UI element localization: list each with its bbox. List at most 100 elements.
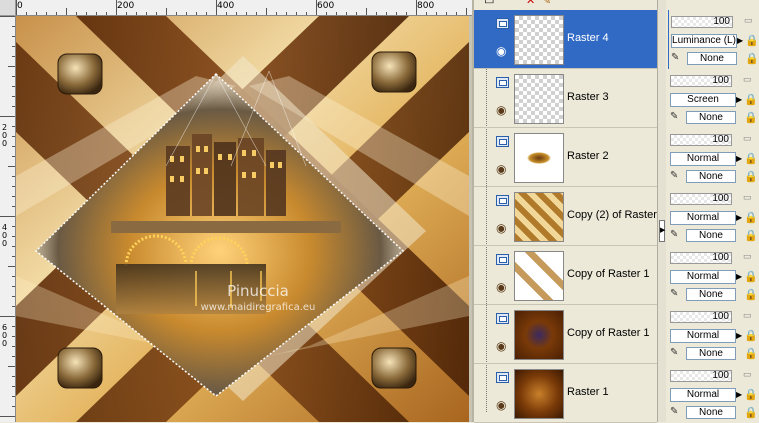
link-lock-icon[interactable]: 🔒: [744, 152, 758, 165]
new-layer-icon[interactable]: ▭: [484, 0, 494, 7]
ruler-top-label: 0: [17, 1, 23, 11]
layer-name[interactable]: Raster 1: [567, 386, 609, 398]
mask-select[interactable]: None: [686, 288, 736, 301]
mask-select[interactable]: None: [686, 111, 736, 124]
blend-mode-select[interactable]: Normal: [670, 152, 736, 166]
edit-icon[interactable]: ✎: [542, 0, 551, 7]
layer-thumbnail[interactable]: [514, 369, 564, 419]
raster-layer-icon[interactable]: [496, 77, 509, 88]
eye-icon[interactable]: ◉: [496, 162, 506, 176]
transparency-lock-icon[interactable]: ▭: [743, 74, 755, 84]
transparency-lock-icon[interactable]: ▭: [743, 369, 755, 379]
mask-select[interactable]: None: [686, 347, 736, 360]
blend-mode-arrow-icon[interactable]: ▶: [736, 93, 742, 107]
brush-icon[interactable]: ✎: [671, 52, 685, 65]
layer-name[interactable]: Copy (2) of Raster 1: [567, 209, 666, 221]
blend-mode-arrow-icon[interactable]: ▶: [736, 211, 742, 225]
blend-mode-select[interactable]: Normal: [670, 388, 736, 402]
ruler-top-label: 600: [317, 1, 335, 11]
link-lock-icon[interactable]: 🔒: [744, 388, 758, 401]
layer-name[interactable]: Raster 2: [567, 150, 609, 162]
layer-row[interactable]: ◉ Raster 1: [474, 364, 657, 423]
opacity-slider[interactable]: 100: [670, 252, 732, 264]
link-lock-icon[interactable]: 🔒: [744, 211, 758, 224]
link-lock-icon[interactable]: 🔒: [745, 34, 759, 47]
blend-mode-arrow-icon[interactable]: ▶: [736, 388, 742, 402]
blend-mode-arrow-icon[interactable]: ▶: [737, 34, 743, 48]
link-lock-icon[interactable]: 🔒: [744, 93, 758, 106]
blend-mode-arrow-icon[interactable]: ▶: [736, 270, 742, 284]
blend-mode-arrow-icon[interactable]: ▶: [736, 152, 742, 166]
layer-name[interactable]: Raster 4: [567, 32, 609, 44]
transparency-lock-icon[interactable]: ▭: [743, 192, 755, 202]
link-lock-icon[interactable]: 🔒: [744, 270, 758, 283]
brush-icon[interactable]: ✎: [670, 229, 684, 242]
layer-thumbnail[interactable]: [514, 310, 564, 360]
blend-mode-arrow-icon[interactable]: ▶: [736, 329, 742, 343]
watermark-url: www.maidiregrafica.eu: [201, 302, 316, 313]
mask-lock-icon[interactable]: 🔒: [744, 229, 758, 242]
blend-mode-select[interactable]: Normal: [670, 329, 736, 343]
layer-row[interactable]: ◉ Copy of Raster 1: [474, 246, 657, 305]
mask-lock-icon[interactable]: 🔒: [744, 288, 758, 301]
opacity-slider[interactable]: 100: [670, 193, 732, 205]
image-canvas[interactable]: Pinuccia www.maidiregrafica.eu: [16, 16, 469, 422]
blend-mode-select[interactable]: Normal: [670, 211, 736, 225]
blend-mode-select[interactable]: Luminance (L): [671, 34, 737, 48]
brush-icon[interactable]: ✎: [670, 347, 684, 360]
layer-row[interactable]: ◉ Raster 2: [474, 128, 657, 187]
brush-icon[interactable]: ✎: [670, 170, 684, 183]
layer-row[interactable]: ◉ Copy (2) of Raster 1: [474, 187, 666, 246]
mask-lock-icon[interactable]: 🔒: [744, 347, 758, 360]
layer-thumbnail[interactable]: [514, 15, 564, 65]
mask-lock-icon[interactable]: 🔒: [744, 170, 758, 183]
raster-layer-icon[interactable]: [496, 136, 509, 147]
divider-grip-icon[interactable]: ▶: [659, 220, 665, 242]
blend-mode-select[interactable]: Screen: [670, 93, 736, 107]
mask-select[interactable]: None: [686, 406, 736, 419]
layer-thumbnail[interactable]: [514, 74, 564, 124]
mask-select[interactable]: None: [686, 170, 736, 183]
link-lock-icon[interactable]: 🔒: [744, 329, 758, 342]
delete-layer-icon[interactable]: ✕: [526, 0, 535, 7]
layer-name[interactable]: Copy of Raster 1: [567, 327, 650, 339]
brush-icon[interactable]: ✎: [670, 406, 684, 419]
blend-mode-select[interactable]: Normal: [670, 270, 736, 284]
opacity-slider[interactable]: 100: [671, 16, 733, 28]
palette-divider[interactable]: ▶: [657, 0, 666, 422]
transparency-lock-icon[interactable]: ▭: [743, 310, 755, 320]
raster-layer-icon[interactable]: [496, 254, 509, 265]
opacity-slider[interactable]: 100: [670, 311, 732, 323]
brush-icon[interactable]: ✎: [670, 111, 684, 124]
mask-select[interactable]: None: [687, 52, 737, 65]
opacity-slider[interactable]: 100: [670, 134, 732, 146]
mask-lock-icon[interactable]: 🔒: [744, 406, 758, 419]
mask-select[interactable]: None: [686, 229, 736, 242]
transparency-lock-icon[interactable]: ▭: [743, 251, 755, 261]
transparency-lock-icon[interactable]: ▭: [744, 15, 756, 25]
raster-layer-icon[interactable]: [496, 18, 509, 29]
eye-icon[interactable]: ◉: [496, 280, 506, 294]
mask-lock-icon[interactable]: 🔒: [744, 111, 758, 124]
layer-name[interactable]: Raster 3: [567, 91, 609, 103]
opacity-slider[interactable]: 100: [670, 370, 732, 382]
layer-row[interactable]: ◉ Raster 3: [474, 69, 657, 128]
layer-row[interactable]: ◉ Copy of Raster 1: [474, 305, 657, 364]
layer-thumbnail[interactable]: [514, 192, 564, 242]
brush-icon[interactable]: ✎: [670, 288, 684, 301]
eye-icon[interactable]: ◉: [496, 398, 506, 412]
layer-thumbnail[interactable]: [514, 133, 564, 183]
raster-layer-icon[interactable]: [496, 372, 509, 383]
raster-layer-icon[interactable]: [496, 313, 509, 324]
eye-icon[interactable]: ◉: [496, 339, 506, 353]
raster-layer-icon[interactable]: [496, 195, 509, 206]
layer-name[interactable]: Copy of Raster 1: [567, 268, 650, 280]
eye-icon[interactable]: ◉: [496, 44, 506, 58]
layer-thumbnail[interactable]: [514, 251, 564, 301]
eye-icon[interactable]: ◉: [496, 103, 506, 117]
mask-lock-icon[interactable]: 🔒: [745, 52, 759, 65]
eye-icon[interactable]: ◉: [496, 221, 506, 235]
opacity-slider[interactable]: 100: [670, 75, 732, 87]
transparency-lock-icon[interactable]: ▭: [743, 133, 755, 143]
layer-row[interactable]: ◉ Raster 4: [474, 10, 657, 69]
